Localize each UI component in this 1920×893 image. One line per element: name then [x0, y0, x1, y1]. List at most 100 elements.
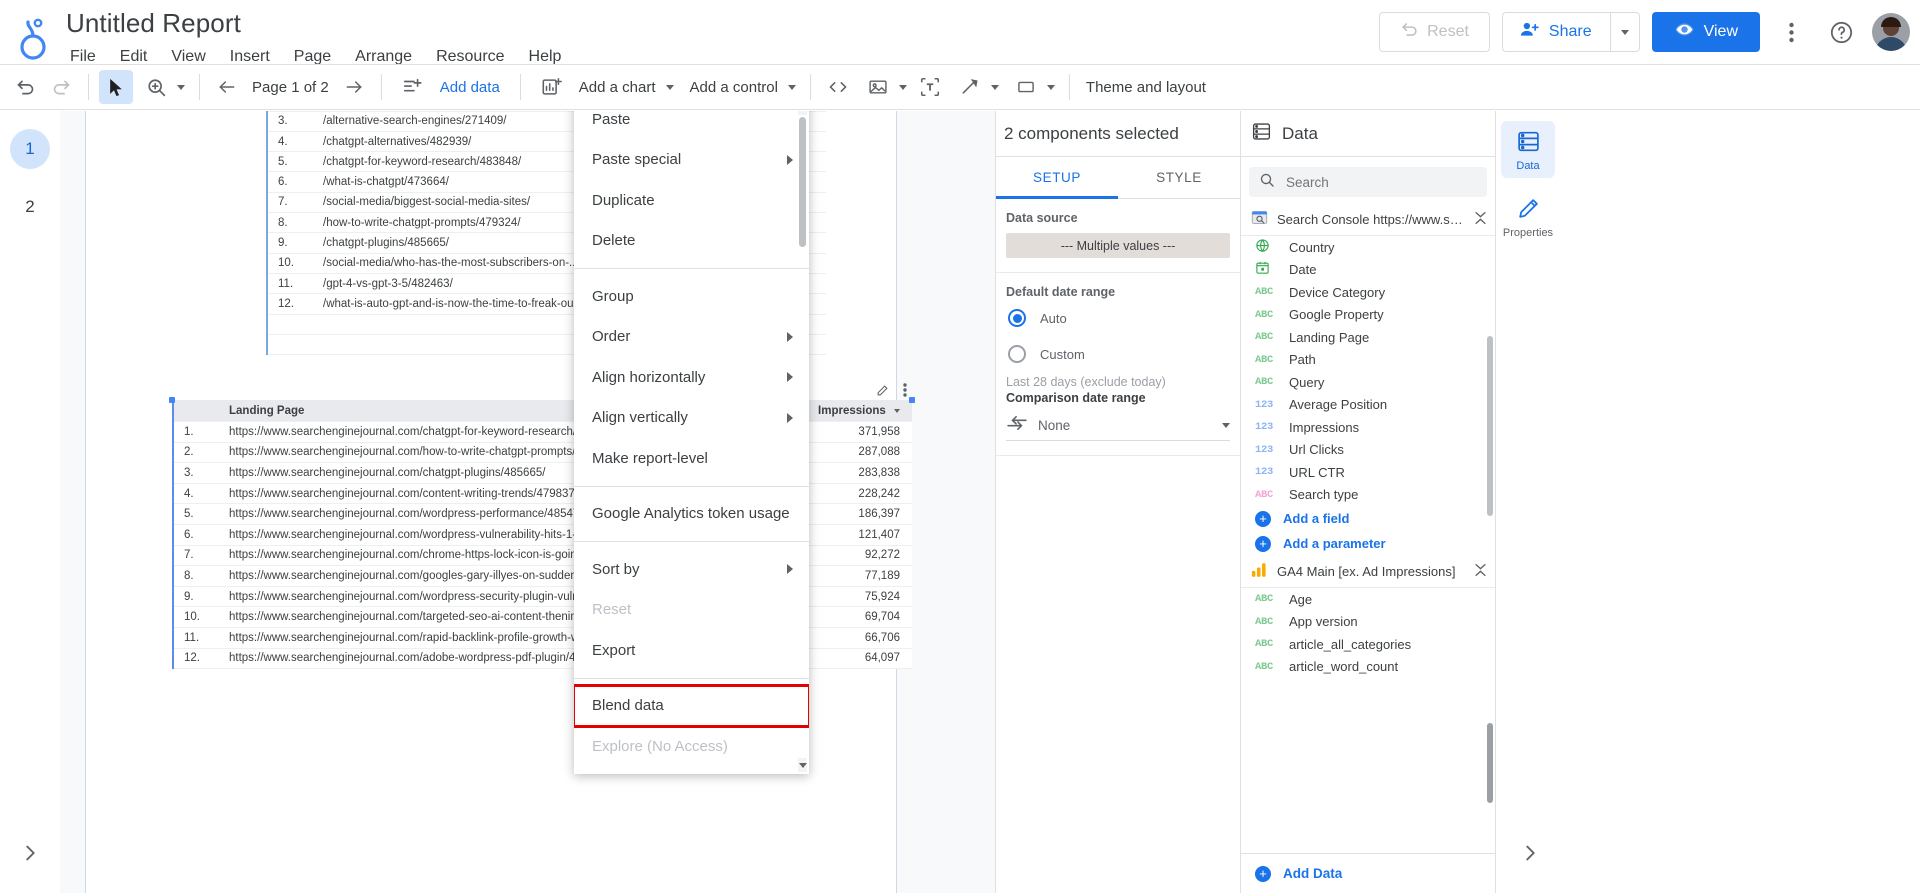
collapse-right-panel-button[interactable]	[1514, 837, 1546, 869]
search-input[interactable]	[1284, 174, 1477, 191]
data-field[interactable]: ABCPath	[1241, 349, 1495, 372]
add-a-parameter-button[interactable]: +Add a parameter	[1241, 531, 1495, 556]
data-source-header[interactable]: GA4 Main [ex. Ad Impressions]	[1241, 556, 1495, 588]
data-field[interactable]: 123URL CTR	[1241, 461, 1495, 484]
menu-item-group[interactable]: Group	[574, 276, 809, 317]
zoom-icon[interactable]	[139, 70, 173, 104]
data-field-label: Average Position	[1289, 397, 1387, 412]
rrail-item-data[interactable]: Data	[1501, 121, 1555, 178]
insert-text-button[interactable]	[913, 70, 947, 104]
insert-image-button[interactable]	[857, 70, 911, 104]
data-field[interactable]: 123Url Clicks	[1241, 439, 1495, 462]
menu-item-make-report-level[interactable]: Make report-level	[574, 438, 809, 479]
data-field[interactable]: ABCDevice Category	[1241, 281, 1495, 304]
menu-item-label: Explore (No Access)	[592, 738, 728, 755]
data-source-header[interactable]: Search Console https://www.sear...	[1241, 203, 1495, 236]
menu-item-paste[interactable]: Paste	[574, 111, 809, 140]
theme-and-layout-button[interactable]: Theme and layout	[1080, 79, 1212, 96]
data-field[interactable]: ABCApp version	[1241, 611, 1495, 634]
add-a-field-button[interactable]: +Add a field	[1241, 506, 1495, 531]
header-impressions[interactable]: Impressions	[792, 405, 912, 417]
data-field[interactable]: 123Impressions	[1241, 416, 1495, 439]
menu-item-paste-special[interactable]: Paste special	[574, 140, 809, 181]
more-options-button[interactable]	[1772, 13, 1810, 51]
collapse-expand-icon[interactable]	[1474, 210, 1487, 229]
embed-code-button[interactable]	[821, 70, 855, 104]
select-tool-button[interactable]	[99, 70, 133, 104]
context-menu[interactable]: PastePaste specialDuplicateDelete GroupOr…	[574, 111, 809, 774]
help-button[interactable]	[1822, 13, 1860, 51]
menu-item-sort-by[interactable]: Sort by	[574, 549, 809, 590]
data-source-name: Search Console https://www.sear...	[1277, 212, 1465, 227]
scroll-down-button[interactable]	[798, 758, 807, 772]
data-field[interactable]: Country	[1241, 236, 1495, 259]
share-dropdown-button[interactable]	[1610, 12, 1640, 52]
data-field[interactable]: ABCSearch type	[1241, 484, 1495, 507]
chevron-right-icon	[787, 372, 793, 382]
more-vert-icon[interactable]	[903, 383, 907, 400]
data-sources-list[interactable]: Search Console https://www.sear... Countr…	[1241, 203, 1495, 803]
menu-item-delete[interactable]: Delete	[574, 221, 809, 262]
view-button[interactable]: View	[1652, 12, 1760, 52]
page-thumb-2[interactable]: 2	[10, 187, 50, 227]
data-field[interactable]: ABCQuery	[1241, 371, 1495, 394]
radio-custom[interactable]	[1008, 345, 1026, 363]
data-panel-scrollbar-upper[interactable]	[1487, 336, 1493, 516]
expand-left-panel-button[interactable]	[14, 837, 46, 869]
share-button[interactable]: Share	[1502, 12, 1610, 52]
rrail-item-properties[interactable]: Properties	[1501, 188, 1555, 245]
undo-button[interactable]	[8, 70, 42, 104]
data-field[interactable]: ABCarticle_all_categories	[1241, 633, 1495, 656]
data-field[interactable]: ABCAge	[1241, 588, 1495, 611]
menu-item-order[interactable]: Order	[574, 317, 809, 358]
comparison-date-range-select[interactable]: None	[1006, 411, 1230, 441]
menu-separator	[574, 268, 809, 269]
search-icon	[1259, 172, 1275, 193]
menu-item-google-analytics-token-usage[interactable]: Google Analytics token usage	[574, 494, 809, 535]
tab-setup[interactable]: SETUP	[996, 157, 1118, 198]
menu-item-duplicate[interactable]: Duplicate	[574, 180, 809, 221]
data-field[interactable]: Date	[1241, 259, 1495, 282]
radio-auto[interactable]	[1008, 309, 1026, 327]
data-panel-header: Data	[1241, 111, 1495, 157]
scroll-up-button[interactable]	[798, 111, 807, 115]
data-field[interactable]: 123Average Position	[1241, 394, 1495, 417]
report-canvas[interactable]: 1./2./add-me-to-search/377152/3./alterna…	[60, 111, 995, 893]
redo-button[interactable]	[44, 70, 78, 104]
search-field[interactable]	[1249, 167, 1487, 197]
context-menu-scrollbar[interactable]	[798, 111, 807, 772]
add-data-row[interactable]: + Add Data	[1241, 853, 1496, 893]
data-field[interactable]: ABCarticle_word_count	[1241, 656, 1495, 679]
menu-item-blend-data[interactable]: Blend data	[574, 686, 809, 727]
menu-item-align-vertically[interactable]: Align vertically	[574, 398, 809, 439]
zoom-control[interactable]	[135, 70, 189, 104]
row-impressions: 186,397	[792, 508, 912, 520]
data-field[interactable]: ABCGoogle Property	[1241, 304, 1495, 327]
add-chart-button[interactable]: Add a chart	[531, 70, 678, 104]
edit-icon[interactable]	[876, 384, 889, 400]
data-source-value[interactable]: --- Multiple values ---	[1006, 233, 1230, 258]
reset-button[interactable]: Reset	[1379, 12, 1490, 52]
menu-item-align-horizontally[interactable]: Align horizontally	[574, 357, 809, 398]
next-page-button[interactable]	[337, 70, 371, 104]
tab-style[interactable]: STYLE	[1118, 157, 1240, 198]
insert-line-button[interactable]	[949, 70, 1003, 104]
collapse-expand-icon[interactable]	[1474, 562, 1487, 581]
date-range-option-auto[interactable]: Auto	[1008, 309, 1230, 327]
scrollbar-thumb[interactable]	[799, 117, 806, 247]
date-range-option-custom[interactable]: Custom	[1008, 345, 1230, 363]
add-data-button[interactable]: Add data	[392, 70, 510, 104]
insert-shape-button[interactable]	[1005, 70, 1059, 104]
avatar[interactable]	[1872, 13, 1910, 51]
data-panel-scrollbar-lower[interactable]	[1487, 723, 1493, 803]
chevron-down-icon	[788, 85, 796, 90]
add-control-button[interactable]: Add a control	[680, 79, 800, 96]
menu-item-export[interactable]: Export	[574, 630, 809, 671]
toolbar: Page 1 of 2 Add data Add a chart Add a c…	[0, 64, 1920, 110]
reset-label: Reset	[1427, 23, 1469, 41]
previous-page-button[interactable]	[210, 70, 244, 104]
page-indicator[interactable]: Page 1 of 2	[246, 79, 335, 96]
page-thumb-1[interactable]: 1	[10, 129, 50, 169]
page-title[interactable]: Untitled Report	[66, 8, 573, 39]
data-field[interactable]: ABCLanding Page	[1241, 326, 1495, 349]
